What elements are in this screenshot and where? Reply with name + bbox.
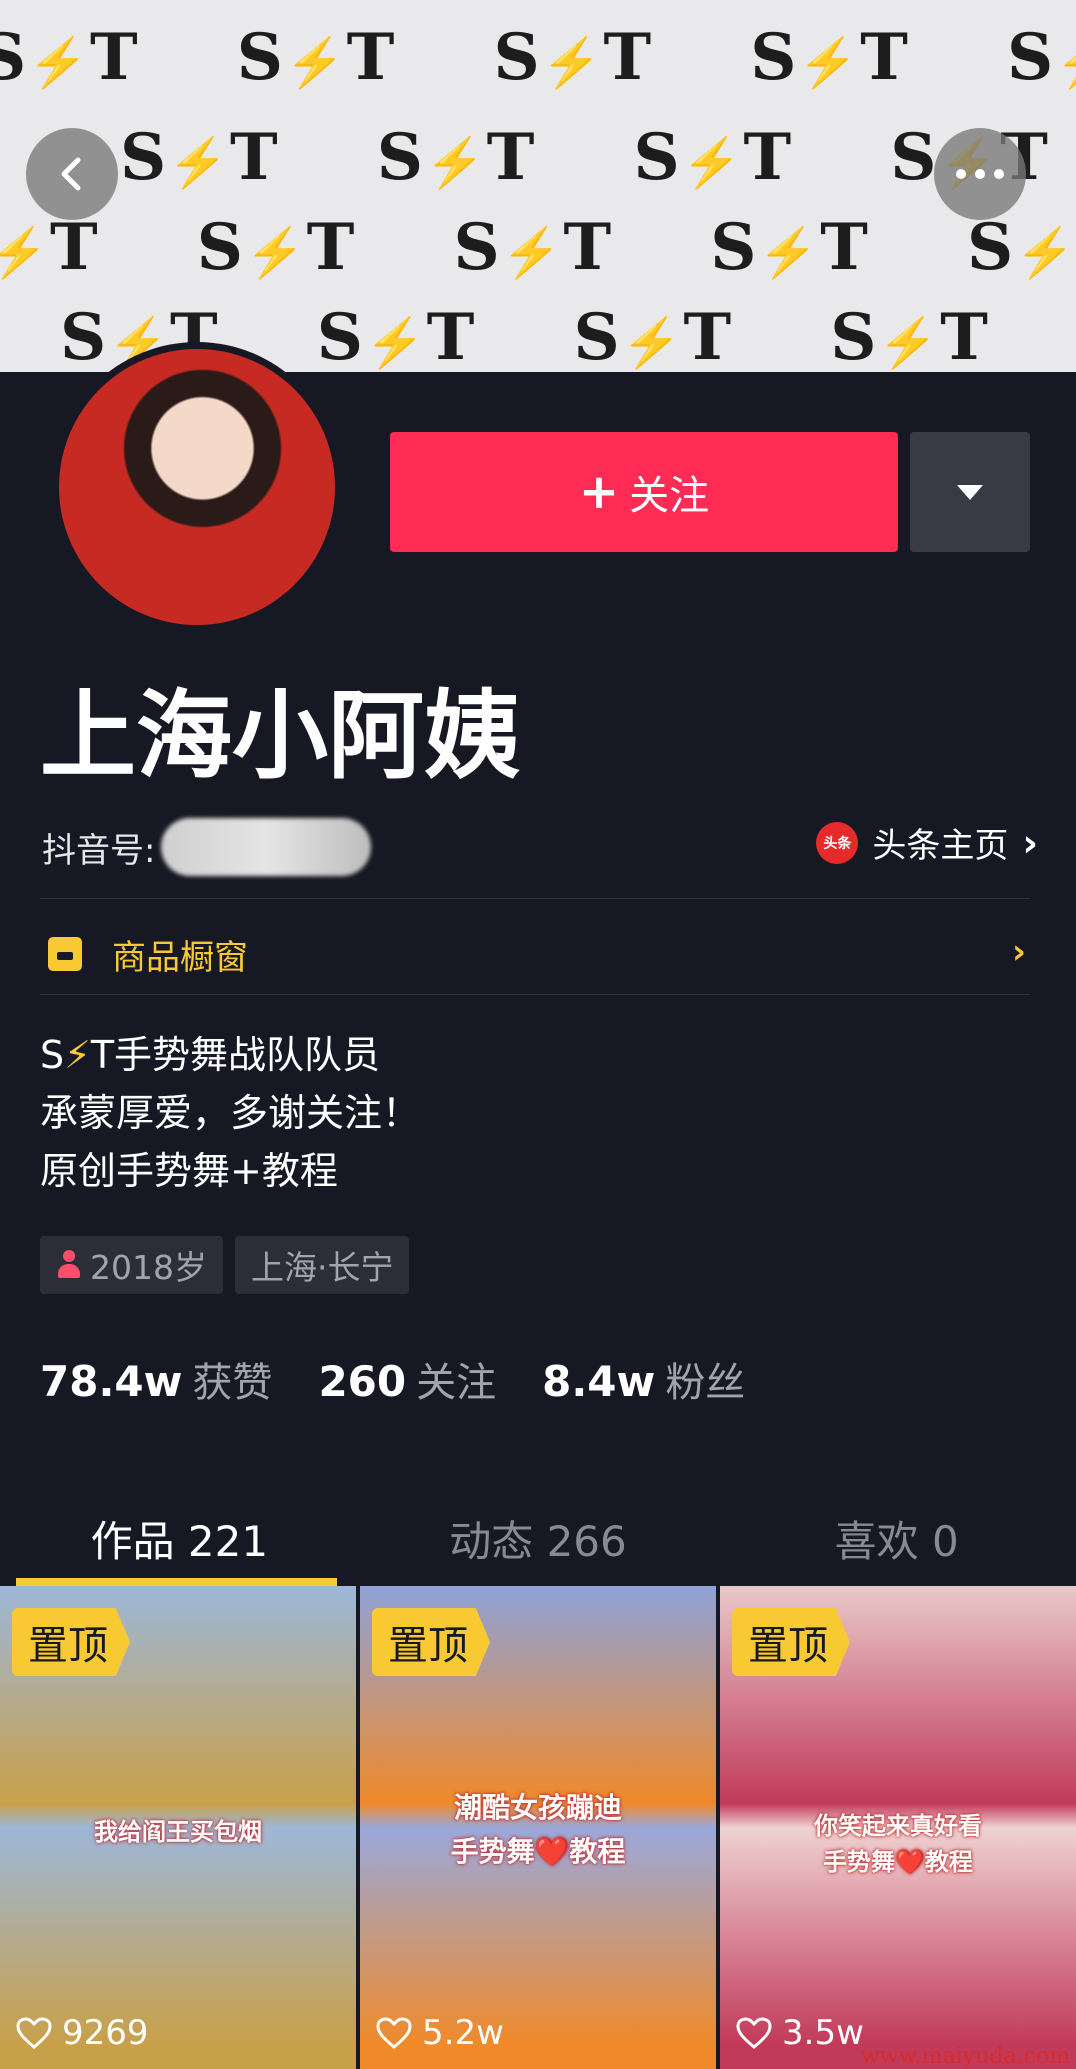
douyin-id: 抖音号: (42, 818, 372, 876)
divider (40, 898, 1030, 899)
plus-icon: + (578, 464, 620, 520)
video-thumbnail[interactable]: 置顶 潮酷女孩蹦迪 手势舞❤️教程 5.2w (360, 1586, 716, 2069)
chevron-right-icon: › (1022, 820, 1038, 865)
likes-stat[interactable]: 78.4w 获赞 (40, 1350, 272, 1408)
fans-stat[interactable]: 8.4w 粉丝 (542, 1350, 745, 1408)
video-likes: 5.2w (376, 2013, 504, 2053)
age-tag: 2018岁 (40, 1236, 223, 1294)
pinned-badge: 置顶 (732, 1608, 850, 1676)
avatar[interactable] (52, 342, 342, 632)
shop-icon (48, 937, 82, 971)
video-likes: 3.5w (736, 2013, 864, 2053)
tab-likes[interactable]: 喜欢 0 (717, 1490, 1076, 1586)
heart-icon (16, 2017, 52, 2049)
douyin-id-label: 抖音号: (42, 830, 156, 871)
more-button[interactable] (934, 128, 1026, 220)
follow-label: 关注 (629, 473, 710, 519)
chevron-right-icon: › (1011, 932, 1026, 972)
location-tag: 上海·长宁 (234, 1236, 410, 1294)
video-caption-line-2: 手势舞❤️教程 (823, 1847, 973, 1876)
shop-window-row[interactable]: 商品橱窗 › (40, 920, 1030, 988)
profile-tags: 2018岁 上海·长宁 (40, 1236, 410, 1294)
following-stat[interactable]: 260 关注 (318, 1350, 496, 1408)
stats-row: 78.4w 获赞 260 关注 8.4w 粉丝 (40, 1350, 745, 1408)
heart-icon (376, 2017, 412, 2049)
female-person-icon (56, 1250, 82, 1280)
douyin-id-redacted (161, 818, 372, 876)
back-button[interactable] (26, 128, 118, 220)
heart-icon (736, 2017, 772, 2049)
pinned-badge: 置顶 (372, 1608, 490, 1676)
video-caption-line-1: 你笑起来真好看 (814, 1811, 982, 1840)
tab-works[interactable]: 作品 221 (0, 1490, 359, 1586)
follow-button[interactable]: + 关注 (390, 432, 898, 552)
video-caption: 我给阎王买包烟 (94, 1817, 262, 1846)
chevron-left-icon (61, 157, 81, 191)
bio-line-2: 承蒙厚爱，多谢关注！ (40, 1091, 421, 1135)
video-caption-line-2: 手势舞❤️教程 (450, 1835, 626, 1868)
recommend-dropdown-button[interactable] (910, 432, 1030, 552)
watermark: www.maiyuda.com (860, 2044, 1070, 2069)
bio: S⚡T手势舞战队队员 承蒙厚爱，多谢关注！ 原创手势舞+教程 (40, 1026, 420, 1200)
toutiao-logo-icon: 头条 (816, 821, 859, 864)
avatar-image (59, 349, 335, 625)
video-thumbnail[interactable]: 置顶 我给阎王买包烟 9269 (0, 1586, 356, 2069)
shop-window-label: 商品橱窗 (112, 937, 248, 978)
triangle-down-icon (957, 484, 983, 500)
toutiao-homepage-link[interactable]: 头条 头条主页 › (816, 818, 1038, 867)
more-dots-icon (956, 169, 1004, 179)
bio-line-3: 原创手势舞+教程 (40, 1149, 338, 1193)
toutiao-label: 头条主页 (872, 826, 1009, 866)
video-thumbnail[interactable]: 置顶 你笑起来真好看 手势舞❤️教程 3.5w www.maiyuda.com (720, 1586, 1076, 2069)
divider (40, 994, 1030, 995)
video-caption-line-1: 潮酷女孩蹦迪 (453, 1791, 622, 1824)
lightning-icon: ⚡ (64, 1033, 91, 1077)
content-tabs: 作品 221 动态 266 喜欢 0 (0, 1490, 1076, 1586)
username: 上海小阿姨 (40, 680, 520, 792)
cover-banner: S⚡T S⚡T S⚡T S⚡T S⚡T S⚡T S⚡T S⚡T S⚡T S⚡T … (0, 0, 1076, 372)
video-likes: 9269 (16, 2013, 149, 2053)
tab-dynamics[interactable]: 动态 266 (359, 1490, 718, 1586)
video-grid: 置顶 我给阎王买包烟 9269 置顶 潮酷女孩蹦迪 手势舞❤️教程 5.2w 置… (0, 1586, 1076, 2069)
bio-line-1: S⚡T手势舞战队队员 (40, 1033, 381, 1077)
pinned-badge: 置顶 (12, 1608, 130, 1676)
